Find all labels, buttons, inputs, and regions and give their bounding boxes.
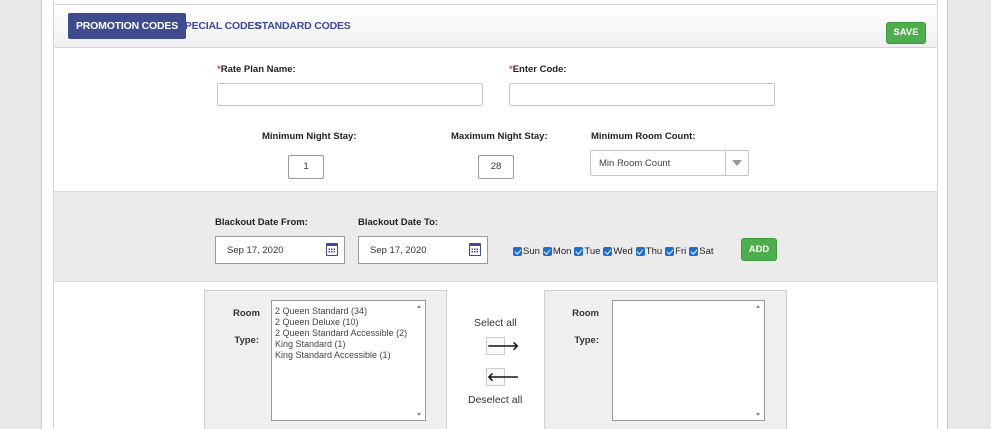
checkbox-checked-icon[interactable] — [689, 247, 699, 256]
min-room-count-label: Minimum Room Count: — [591, 131, 696, 142]
scroll-up-icon[interactable] — [756, 305, 760, 308]
room-label: Room — [233, 308, 260, 319]
blackout-to-input[interactable]: Sep 17, 2020 — [358, 236, 488, 264]
dropdown-arrow-icon[interactable] — [725, 151, 748, 175]
rate-plan-name-input[interactable] — [217, 83, 483, 106]
checkbox-checked-icon[interactable] — [542, 247, 552, 256]
scrollbar[interactable] — [753, 301, 764, 420]
list-item[interactable]: 2 Queen Standard Accessible (2) — [275, 328, 407, 339]
arrow-left-icon: 🡐 — [487, 370, 520, 384]
tab-bar: PROMOTION CODES SPECIAL CODES STANDARD C… — [54, 4, 937, 48]
min-room-count-select[interactable]: Min Room Count — [590, 150, 749, 176]
panel-content: PROMOTION CODES SPECIAL CODES STANDARD C… — [53, 0, 938, 429]
day-mon[interactable]: Mon — [542, 246, 571, 257]
move-left-button[interactable]: 🡐 — [486, 368, 519, 386]
weekday-checkboxes: Sun Mon Tue Wed Thu Fri Sat — [513, 246, 717, 257]
blackout-from-label: Blackout Date From: — [215, 217, 308, 228]
list-item[interactable]: King Standard Accessible (1) — [275, 350, 407, 361]
checkbox-checked-icon[interactable] — [603, 247, 613, 256]
max-night-stay-label: Maximum Night Stay: — [451, 131, 548, 142]
selected-room-types-list[interactable] — [612, 300, 765, 421]
checkbox-checked-icon[interactable] — [665, 247, 675, 256]
deselect-all-link[interactable]: Deselect all — [468, 394, 522, 406]
move-right-button[interactable]: 🡒 — [486, 337, 519, 355]
list-item[interactable]: King Standard (1) — [275, 339, 407, 350]
add-blackout-button[interactable]: ADD — [741, 238, 777, 261]
scrollbar[interactable] — [414, 301, 425, 420]
save-button[interactable]: SAVE — [886, 22, 926, 44]
blackout-from-input[interactable]: Sep 17, 2020 — [215, 236, 345, 264]
scroll-up-icon[interactable] — [417, 305, 421, 308]
day-tue[interactable]: Tue — [574, 246, 600, 257]
max-night-stay-input[interactable]: 28 — [478, 155, 514, 179]
calendar-icon[interactable] — [326, 243, 338, 256]
type-label: Type: — [234, 335, 259, 346]
calendar-icon[interactable] — [469, 243, 481, 256]
blackout-section — [54, 191, 937, 282]
day-wed[interactable]: Wed — [603, 246, 633, 257]
enter-code-label: *Enter Code: — [509, 64, 567, 75]
min-night-stay-input[interactable]: 1 — [288, 155, 324, 179]
day-thu[interactable]: Thu — [635, 246, 662, 257]
select-all-link[interactable]: Select all — [474, 317, 517, 329]
arrow-right-icon: 🡒 — [487, 339, 520, 353]
type-label: Type: — [574, 335, 599, 346]
selected-room-types-box: Room Type: — [544, 290, 787, 429]
list-item[interactable]: 2 Queen Standard (34) — [275, 306, 407, 317]
list-item[interactable]: 2 Queen Deluxe (10) — [275, 317, 407, 328]
checkbox-checked-icon[interactable] — [635, 247, 645, 256]
tab-standard-codes[interactable]: STANDARD CODES — [255, 13, 351, 39]
tab-promotion-codes[interactable]: PROMOTION CODES — [68, 13, 187, 39]
available-room-types-list[interactable]: 2 Queen Standard (34) 2 Queen Deluxe (10… — [271, 300, 426, 421]
day-sat[interactable]: Sat — [689, 246, 714, 257]
room-label: Room — [572, 308, 599, 319]
enter-code-input[interactable] — [509, 83, 775, 106]
scroll-down-icon[interactable] — [417, 413, 421, 416]
min-night-stay-label: Minimum Night Stay: — [262, 131, 357, 142]
available-room-types-box: Room Type: 2 Queen Standard (34) 2 Queen… — [204, 290, 447, 429]
rate-plan-label: *Rate Plan Name: — [217, 64, 296, 75]
checkbox-checked-icon[interactable] — [513, 247, 522, 256]
day-sun[interactable]: Sun — [513, 246, 540, 257]
promotion-panel: PROMOTION CODES SPECIAL CODES STANDARD C… — [41, 0, 948, 429]
checkbox-checked-icon[interactable] — [574, 247, 584, 256]
min-room-count-value: Min Room Count — [599, 158, 671, 169]
tab-special-codes[interactable]: SPECIAL CODES — [178, 13, 261, 39]
scroll-down-icon[interactable] — [756, 413, 760, 416]
day-fri[interactable]: Fri — [665, 246, 686, 257]
blackout-to-label: Blackout Date To: — [358, 217, 439, 228]
